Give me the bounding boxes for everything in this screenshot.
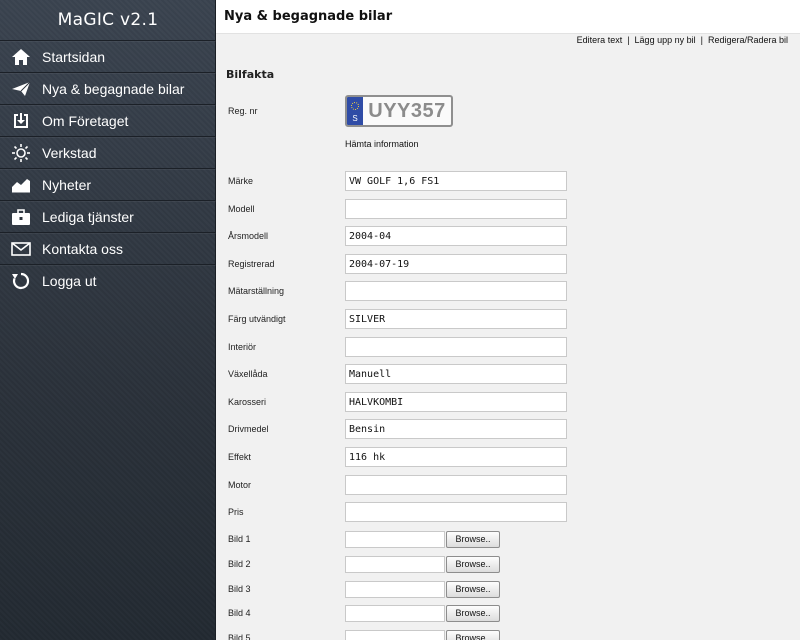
sidebar-item-startsidan[interactable]: Startsidan: [0, 40, 216, 72]
field-label-marke: Märke: [228, 176, 254, 186]
browse-button-5[interactable]: Browse..: [446, 630, 500, 640]
field-input-marke[interactable]: VW GOLF 1,6 FS1: [345, 171, 567, 191]
field-input-farg-utvandigt[interactable]: SILVER: [345, 309, 567, 329]
reg-label: Reg. nr: [228, 106, 258, 116]
field-label-registrerad: Registrerad: [228, 259, 275, 269]
add-car-link[interactable]: Lägg upp ny bil: [635, 35, 696, 45]
field-input-drivmedel[interactable]: Bensin: [345, 419, 567, 439]
envelope-icon: [0, 233, 42, 265]
field-input-effekt[interactable]: 116 hk: [345, 447, 567, 467]
sidebar-item-nya-begagnade-bilar[interactable]: Nya & begagnade bilar: [0, 72, 216, 104]
sidebar-item-label: Lediga tjänster: [42, 208, 134, 225]
field-label-matarstallning: Mätarställning: [228, 286, 285, 296]
sidebar-item-label: Kontakta oss: [42, 240, 123, 257]
main-content: Nya & begagnade bilar Editera text | Lägg …: [216, 0, 800, 640]
sidebar-item-label: Logga ut: [42, 272, 97, 289]
sidebar-nav: Startsidan Nya & begagnade bilar Om Före…: [0, 40, 216, 296]
sidebar-item-kontakta-oss[interactable]: Kontakta oss: [0, 232, 216, 264]
field-label-modell: Modell: [228, 204, 255, 214]
separator: |: [627, 35, 630, 45]
field-label-effekt: Effekt: [228, 452, 251, 462]
page-title: Nya & begagnade bilar: [224, 9, 393, 24]
browse-button-2[interactable]: Browse..: [446, 556, 500, 573]
refresh-icon: [0, 265, 42, 297]
field-label-farg-utvandigt: Färg utvändigt: [228, 314, 286, 324]
fetch-info-link[interactable]: Hämta information: [345, 139, 419, 149]
image-label-3: Bild 3: [228, 584, 251, 594]
sidebar-item-label: Om Företaget: [42, 112, 129, 129]
field-label-interior: Interiör: [228, 342, 257, 352]
download-icon: [0, 105, 42, 137]
field-label-motor: Motor: [228, 480, 252, 490]
action-links: Editera text | Lägg upp ny bil | Redigera/Ra…: [577, 35, 788, 45]
field-label-vaxellada: Växellåda: [228, 369, 268, 379]
sun-icon: [0, 137, 42, 169]
browse-button-4[interactable]: Browse..: [446, 605, 500, 622]
app-title: MaGIC v2.1: [57, 10, 159, 30]
section-title: Bilfakta: [226, 68, 275, 81]
field-input-matarstallning[interactable]: [345, 281, 567, 301]
field-label-drivmedel: Drivmedel: [228, 424, 269, 434]
field-input-karosseri[interactable]: HALVKOMBI: [345, 392, 567, 412]
chart-icon: [0, 169, 42, 201]
sidebar-item-label: Startsidan: [42, 48, 106, 65]
file-input-5[interactable]: [345, 630, 445, 640]
sidebar-item-nyheter[interactable]: Nyheter: [0, 168, 216, 200]
image-label-5: Bild 5: [228, 633, 251, 640]
plate-number: UYY357: [368, 99, 446, 122]
file-input-3[interactable]: [345, 581, 445, 598]
field-label-karosseri: Karosseri: [228, 397, 267, 407]
sidebar-item-logga-ut[interactable]: Logga ut: [0, 264, 216, 296]
file-input-4[interactable]: [345, 605, 445, 622]
field-input-interior[interactable]: [345, 337, 567, 357]
image-label-2: Bild 2: [228, 559, 251, 569]
file-input-2[interactable]: [345, 556, 445, 573]
field-input-arsmodell[interactable]: 2004-04: [345, 226, 567, 246]
field-input-pris[interactable]: [345, 502, 567, 522]
home-icon: [0, 41, 42, 73]
sidebar-item-label: Verkstad: [42, 144, 97, 161]
field-label-pris: Pris: [228, 507, 244, 517]
page-header: Nya & begagnade bilar: [216, 0, 800, 34]
edit-text-link[interactable]: Editera text: [577, 35, 623, 45]
sidebar-item-om-foretaget[interactable]: Om Företaget: [0, 104, 216, 136]
image-label-1: Bild 1: [228, 534, 251, 544]
image-label-4: Bild 4: [228, 608, 251, 618]
sidebar-item-label: Nyheter: [42, 176, 92, 193]
browse-button-3[interactable]: Browse..: [446, 581, 500, 598]
field-input-vaxellada[interactable]: Manuell: [345, 364, 567, 384]
separator: |: [700, 35, 703, 45]
briefcase-icon: [0, 201, 42, 233]
field-label-arsmodell: Årsmodell: [228, 231, 269, 241]
license-plate: S UYY357: [345, 95, 453, 127]
sidebar: MaGIC v2.1 Startsidan Nya & begagnade bi…: [0, 0, 220, 640]
sidebar-item-lediga-tjanster[interactable]: Lediga tjänster: [0, 200, 216, 232]
sidebar-item-verkstad[interactable]: Verkstad: [0, 136, 216, 168]
field-input-modell[interactable]: [345, 199, 567, 219]
sidebar-item-label: Nya & begagnade bilar: [42, 80, 185, 97]
edit-delete-car-link[interactable]: Redigera/Radera bil: [708, 35, 788, 45]
paper-plane-icon: [0, 73, 42, 105]
field-input-motor[interactable]: [345, 475, 567, 495]
browse-button-1[interactable]: Browse..: [446, 531, 500, 548]
field-input-registrerad[interactable]: 2004-07-19: [345, 254, 567, 274]
file-input-1[interactable]: [345, 531, 445, 548]
country-code: S: [352, 114, 358, 123]
eu-flag-icon: S: [347, 97, 363, 125]
